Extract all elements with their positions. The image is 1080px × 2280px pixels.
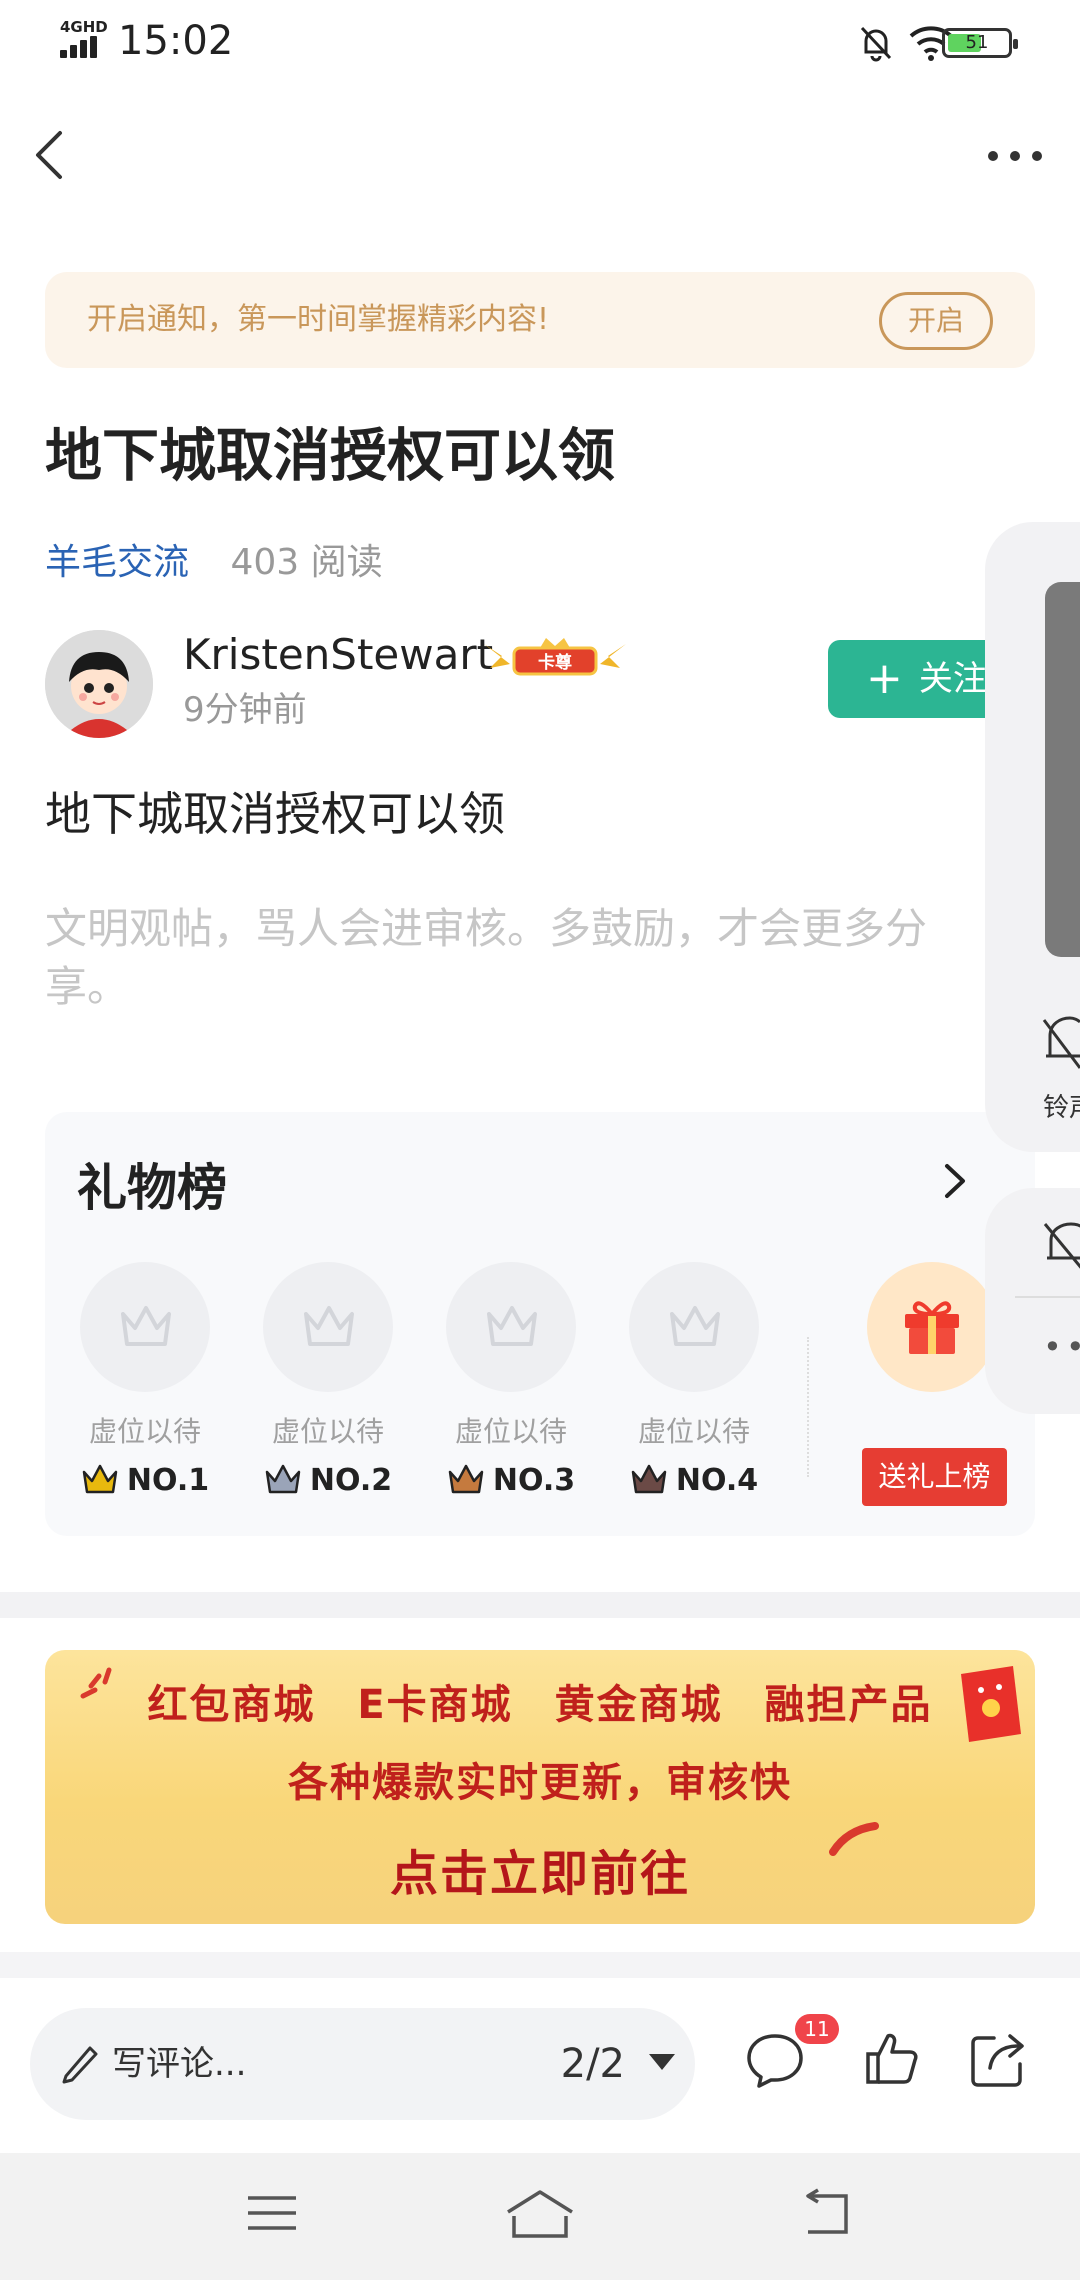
gift-box-button[interactable] — [867, 1262, 997, 1392]
rank-label: NO.3 — [492, 1463, 576, 1498]
post-meta: 羊毛交流 403 阅读 — [45, 533, 383, 585]
post-body: 地下城取消授权可以领 — [45, 787, 505, 841]
section-divider — [0, 1592, 1080, 1618]
notification-banner: 开启通知，第一时间掌握精彩内容! 开启 — [45, 272, 1035, 368]
read-count: 403 阅读 — [230, 542, 383, 583]
page-indicator[interactable]: 2/2 — [561, 2008, 625, 2120]
thumbs-up-icon[interactable] — [862, 2028, 922, 2088]
battery-icon: 51 — [942, 28, 1018, 58]
promo-banner[interactable]: 红包商城 E卡商城 黄金商城 融担产品 各种爆款实时更新，审核快 点击立即前往 — [45, 1650, 1035, 1924]
volume-slider[interactable] — [1045, 582, 1080, 957]
silver-crown-icon — [265, 1464, 301, 1494]
share-icon[interactable] — [968, 2028, 1030, 2090]
section-divider — [0, 1952, 1080, 1978]
chevron-right-icon[interactable] — [935, 1158, 975, 1204]
gift-ranking-title: 礼物榜 — [77, 1159, 227, 1217]
floating-side-panel: 铃声 — [985, 522, 1080, 1152]
network-type: 4GHD — [60, 18, 108, 36]
slot-placeholder: 虚位以待 — [88, 1415, 201, 1448]
comment-placeholder: 写评论... — [112, 2044, 247, 2084]
mute-bell-icon — [860, 26, 892, 62]
crown-icon — [670, 1306, 720, 1346]
red-envelope-icon — [961, 1666, 1021, 1742]
more-dots-icon[interactable] — [980, 130, 1050, 180]
plus-icon: + — [866, 653, 903, 704]
ribbon-icon — [829, 1822, 879, 1856]
mute-bell-icon[interactable] — [1043, 1218, 1080, 1274]
system-nav-bar — [0, 2153, 1080, 2280]
divider — [807, 1337, 809, 1477]
avatar[interactable] — [45, 630, 153, 738]
back-nav-icon[interactable] — [796, 2188, 852, 2238]
pencil-icon — [62, 2046, 98, 2084]
mute-bell-icon[interactable] — [1040, 1012, 1080, 1072]
vip-badge-text: 卡尊 — [538, 652, 572, 673]
rank-label: NO.4 — [675, 1463, 759, 1498]
crown-icon — [121, 1306, 171, 1346]
crown-icon — [487, 1306, 537, 1346]
more-dots-icon[interactable]: •• — [1043, 1328, 1080, 1366]
bottom-action-bar: 写评论... 2/2 11 — [0, 1978, 1080, 2153]
category-link[interactable]: 羊毛交流 — [45, 542, 189, 583]
comment-count-badge: 11 — [795, 2014, 839, 2044]
status-time: 15:02 — [118, 18, 234, 64]
enable-notification-button[interactable]: 开启 — [879, 292, 993, 350]
ranking-slot-4[interactable]: 虚位以待 NO.4 — [624, 1262, 764, 1502]
follow-label: 关注 — [918, 659, 987, 699]
caret-down-icon[interactable] — [647, 2052, 677, 2072]
notification-text: 开启通知，第一时间掌握精彩内容! — [87, 302, 550, 337]
promo-line-2: 各种爆款实时更新，审核快 — [288, 1760, 792, 1806]
status-bar: 4GHD 15:02 51 — [0, 0, 1080, 84]
bronze-crown-icon — [448, 1464, 484, 1494]
comment-bubble-icon[interactable] — [745, 2030, 805, 2090]
promo-line-1: 红包商城 E卡商城 黄金商城 融担产品 — [147, 1682, 933, 1728]
ranking-slot-1[interactable]: 虚位以待 NO.1 — [75, 1262, 215, 1502]
gift-box-icon — [905, 1301, 959, 1354]
divider — [1015, 1296, 1080, 1298]
ringtone-label: 铃声 — [1043, 1093, 1080, 1123]
post-title: 地下城取消授权可以领 — [45, 423, 615, 489]
post-time: 9分钟前 — [183, 690, 307, 730]
ranking-slot-2[interactable]: 虚位以待 NO.2 — [258, 1262, 398, 1502]
battery-level: 51 — [965, 32, 989, 53]
author-name[interactable]: KristenStewart — [183, 630, 493, 679]
chevron-left-icon[interactable] — [24, 125, 84, 185]
menu-icon[interactable] — [244, 2188, 300, 2238]
send-gift-button[interactable]: 送礼上榜 — [862, 1448, 1007, 1506]
crown-icon — [304, 1306, 354, 1346]
author-row: KristenStewart 卡尊 9分钟前 + 关注 — [45, 630, 1080, 740]
dark-crown-icon — [631, 1464, 667, 1494]
promo-cta: 点击立即前往 — [389, 1846, 690, 1902]
rank-label: NO.1 — [126, 1463, 210, 1498]
comment-guideline: 文明观帖，骂人会进审核。多鼓励，才会更多分享。 — [45, 904, 928, 1011]
gift-ranking-card: 礼物榜 虚位以待 NO.1 虚位以待 NO.2 虚位以待 NO.3 虚位以待 N… — [45, 1112, 1035, 1536]
vip-badge: 卡尊 — [484, 638, 626, 676]
floating-side-panel-2: •• — [985, 1188, 1080, 1414]
slot-placeholder: 虚位以待 — [637, 1415, 750, 1448]
top-nav — [0, 110, 1080, 200]
comment-input[interactable]: 写评论... 2/2 — [30, 2008, 695, 2120]
home-icon[interactable] — [504, 2188, 576, 2242]
ranking-slot-3[interactable]: 虚位以待 NO.3 — [441, 1262, 581, 1502]
signal-icon — [60, 36, 104, 58]
rank-label: NO.2 — [309, 1463, 393, 1498]
slot-placeholder: 虚位以待 — [454, 1415, 567, 1448]
slot-placeholder: 虚位以待 — [271, 1415, 384, 1448]
gold-crown-icon — [82, 1464, 118, 1494]
